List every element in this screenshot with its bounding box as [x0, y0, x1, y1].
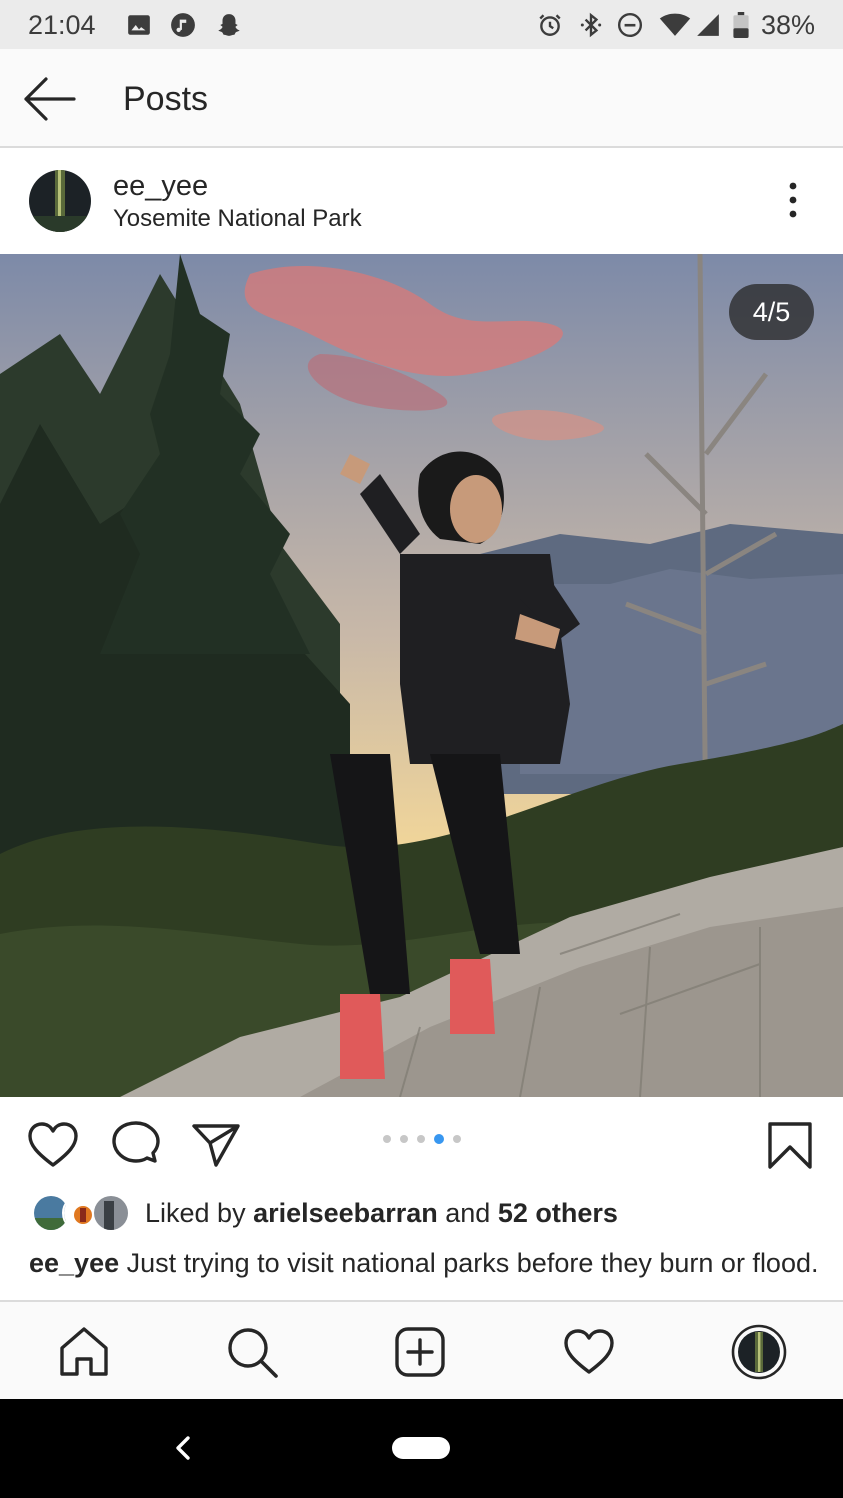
- carousel-dot: [453, 1135, 461, 1143]
- carousel-counter: 4/5: [729, 284, 814, 340]
- activity-heart-icon[interactable]: [561, 1324, 617, 1380]
- carousel-dot: [383, 1135, 391, 1143]
- caption-text: Just trying to visit national parks befo…: [126, 1248, 819, 1278]
- wifi-icon: [659, 13, 691, 36]
- likes-joiner: and: [445, 1198, 491, 1228]
- likes-text: Liked by arielseebarran and 52 others: [145, 1198, 618, 1229]
- likes-others-count[interactable]: 52 others: [498, 1198, 618, 1228]
- liker-username[interactable]: arielseebarran: [253, 1198, 438, 1228]
- likes-prefix: Liked by: [145, 1198, 246, 1228]
- system-back-icon[interactable]: [170, 1433, 196, 1463]
- alarm-icon: [539, 14, 561, 36]
- post-username[interactable]: ee_yee: [113, 170, 208, 203]
- system-home-pill[interactable]: [392, 1437, 450, 1459]
- carousel-dot: [400, 1135, 408, 1143]
- arrow-left-icon[interactable]: [22, 75, 76, 123]
- carousel-dot-active: [434, 1134, 444, 1144]
- new-post-icon[interactable]: [392, 1324, 448, 1380]
- comment-icon[interactable]: [110, 1121, 162, 1169]
- do-not-disturb-icon: [617, 12, 643, 38]
- profile-avatar[interactable]: [731, 1324, 787, 1380]
- system-nav-bar: [0, 1399, 843, 1498]
- liker-avatars: [32, 1194, 132, 1232]
- post-photo[interactable]: [0, 254, 843, 1097]
- bookmark-icon[interactable]: [766, 1121, 814, 1169]
- page-title: Posts: [123, 80, 209, 118]
- snapchat-ghost-icon: [218, 14, 240, 36]
- battery-percent: 38%: [760, 10, 815, 40]
- search-icon[interactable]: [224, 1324, 280, 1380]
- status-time: 21:04: [28, 10, 96, 40]
- post-header: ee_yee Yosemite National Park: [0, 150, 843, 254]
- post-caption: ee_yee Just trying to visit national par…: [29, 1246, 819, 1300]
- home-icon[interactable]: [56, 1324, 112, 1380]
- carousel-dot: [417, 1135, 425, 1143]
- heart-icon[interactable]: [27, 1121, 79, 1169]
- app-header: Posts: [0, 49, 843, 148]
- bottom-nav: [0, 1300, 843, 1399]
- music-note-icon: [171, 13, 195, 37]
- post-location[interactable]: Yosemite National Park: [113, 205, 362, 233]
- bluetooth-icon: [580, 12, 602, 38]
- post-actions: [0, 1097, 843, 1187]
- battery-icon: [733, 12, 749, 38]
- image-icon: [128, 15, 150, 35]
- avatar: [92, 1194, 130, 1232]
- send-icon[interactable]: [190, 1121, 242, 1169]
- more-vertical-icon[interactable]: [778, 180, 808, 220]
- caption-username[interactable]: ee_yee: [29, 1248, 119, 1278]
- status-bar: 21:04 38%: [0, 0, 843, 49]
- avatar[interactable]: [29, 170, 91, 232]
- signal-icon: [697, 14, 719, 36]
- carousel-dots: [383, 1134, 461, 1145]
- likes-row[interactable]: Liked by arielseebarran and 52 others: [0, 1190, 843, 1238]
